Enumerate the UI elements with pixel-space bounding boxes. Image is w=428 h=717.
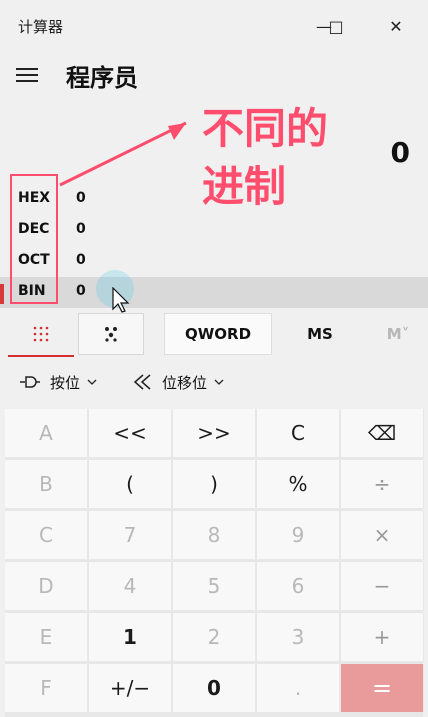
bitwise-dropdown[interactable]: 按位 — [18, 364, 98, 400]
key-divide[interactable]: ÷ — [341, 460, 424, 509]
mode-title: 程序员 — [66, 64, 138, 92]
memory-button[interactable]: M˅ — [368, 313, 428, 355]
memory-store-button[interactable]: MS — [272, 313, 368, 355]
key-hex-b[interactable]: B — [5, 460, 88, 509]
key-shift-right[interactable]: >> — [173, 409, 256, 458]
radix-value: 0 — [76, 252, 86, 268]
key-decimal[interactable]: . — [257, 664, 340, 713]
key-minus[interactable]: − — [341, 562, 424, 611]
keypad-grid: A << >> C ⌫ B ( ) % ÷ C 7 8 9 × D 4 5 6 … — [5, 409, 424, 717]
key-7[interactable]: 7 — [89, 511, 172, 560]
word-segment: QWORD MS M˅ — [164, 313, 428, 355]
display-value: 0 — [390, 136, 410, 169]
key-4[interactable]: 4 — [89, 562, 172, 611]
bitshift-label: 位移位 — [162, 373, 208, 392]
maximize-button[interactable]: □ — [316, 10, 356, 42]
qword-button[interactable]: QWORD — [164, 313, 272, 355]
menu-icon — [16, 80, 38, 82]
radix-row-bin[interactable]: BIN 0 — [0, 277, 428, 308]
active-radix-marker — [0, 284, 4, 304]
key-0[interactable]: 0 — [173, 664, 256, 713]
key-multiply[interactable]: × — [341, 511, 424, 560]
key-close-paren[interactable]: ) — [173, 460, 256, 509]
key-hex-e[interactable]: E — [5, 613, 88, 662]
radix-row-hex[interactable]: HEX 0 — [0, 184, 428, 215]
bitwise-label: 按位 — [50, 373, 81, 392]
close-button[interactable]: ✕ — [376, 10, 416, 42]
menu-icon — [16, 74, 38, 76]
close-icon: ✕ — [389, 16, 403, 36]
titlebar: 计算器 — □ ✕ — [0, 0, 428, 52]
menu-icon — [16, 68, 38, 70]
key-percent[interactable]: % — [257, 460, 340, 509]
tab-bit-toggle[interactable] — [78, 313, 144, 355]
radix-value: 0 — [76, 190, 86, 206]
tab-full-keypad[interactable] — [8, 313, 74, 357]
window-title: 计算器 — [18, 18, 64, 36]
key-1[interactable]: 1 — [89, 613, 172, 662]
key-2[interactable]: 2 — [173, 613, 256, 662]
key-8[interactable]: 8 — [173, 511, 256, 560]
key-equals[interactable]: = — [341, 664, 424, 713]
key-plus[interactable]: + — [341, 613, 424, 662]
key-3[interactable]: 3 — [257, 613, 340, 662]
radix-row-oct[interactable]: OCT 0 — [0, 246, 428, 277]
key-6[interactable]: 6 — [257, 562, 340, 611]
calculator-window: 计算器 — □ ✕ 程序员 0 不同的 进制 HEX 0 DEC 0 OCT 0… — [0, 0, 428, 717]
key-negate[interactable]: +/− — [89, 664, 172, 713]
radix-value: 0 — [76, 221, 86, 237]
annotation-line1: 不同的 — [202, 104, 329, 153]
key-open-paren[interactable]: ( — [89, 460, 172, 509]
toolbar: 按位 位移位 — [0, 364, 428, 400]
shift-icon — [133, 374, 151, 390]
radix-value: 0 — [76, 283, 86, 299]
keypad-icon — [33, 326, 49, 342]
menu-button[interactable] — [16, 64, 38, 84]
key-hex-d[interactable]: D — [5, 562, 88, 611]
key-hex-f[interactable]: F — [5, 664, 88, 713]
bitshift-dropdown[interactable]: 位移位 — [132, 364, 225, 400]
radix-highlight-box — [10, 174, 58, 304]
key-5[interactable]: 5 — [173, 562, 256, 611]
radix-row-dec[interactable]: DEC 0 — [0, 215, 428, 246]
mode-tabs: QWORD MS M˅ — [0, 313, 428, 357]
chevron-down-icon — [214, 379, 224, 385]
key-backspace[interactable]: ⌫ — [341, 409, 424, 458]
key-clear[interactable]: C — [257, 409, 340, 458]
key-shift-left[interactable]: << — [89, 409, 172, 458]
bit-keypad-icon — [105, 327, 117, 342]
bitwise-icon — [20, 376, 40, 388]
chevron-down-icon — [87, 379, 97, 385]
maximize-icon: □ — [328, 16, 344, 36]
key-hex-c[interactable]: C — [5, 511, 88, 560]
key-9[interactable]: 9 — [257, 511, 340, 560]
pointer-icon — [112, 287, 130, 313]
key-hex-a[interactable]: A — [5, 409, 88, 458]
